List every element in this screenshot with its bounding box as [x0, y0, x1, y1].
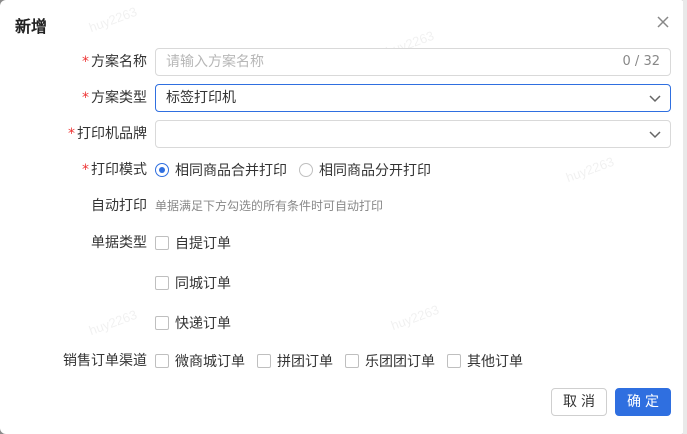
sales-channel-label: 销售订单渠道 — [63, 353, 147, 369]
scheme-name-placeholder: 请输入方案名称 — [166, 54, 264, 70]
chevron-down-icon — [649, 95, 661, 103]
printer-brand-label: * 打印机品牌 — [68, 126, 147, 142]
auto-print-label: 自动打印 — [91, 198, 147, 214]
doc-type-group: 同城订单 — [155, 269, 243, 297]
checkbox-other-order[interactable]: 其他订单 — [447, 351, 523, 371]
cancel-button[interactable]: 取消 — [551, 388, 607, 416]
doc-type-label: 单据类型 — [91, 235, 147, 251]
scheme-type-row: * 方案类型 标签打印机 — [0, 84, 687, 112]
checkbox-icon — [447, 354, 461, 368]
sales-channel-row: 销售订单渠道 微商城订单 拼团订单 乐团团订单 其他订单 — [0, 347, 687, 375]
checkbox-icon — [345, 354, 359, 368]
doc-type-row-2: 同城订单 — [0, 269, 687, 297]
checkbox-pickup-order[interactable]: 自提订单 — [155, 233, 231, 253]
checkbox-icon — [155, 354, 169, 368]
scheme-name-input[interactable]: 请输入方案名称 0 / 32 — [155, 48, 671, 76]
radio-unchecked-icon — [299, 163, 313, 177]
sales-channel-group: 微商城订单 拼团订单 乐团团订单 其他订单 — [155, 347, 535, 375]
checkbox-local-order[interactable]: 同城订单 — [155, 273, 231, 293]
print-mode-row: * 打印模式 相同商品合并打印 相同商品分开打印 — [0, 156, 687, 184]
ok-button[interactable]: 确定 — [615, 388, 671, 416]
doc-type-row: 单据类型 自提订单 — [0, 229, 687, 257]
doc-type-row-3: 快递订单 — [0, 309, 687, 337]
doc-type-group: 快递订单 — [155, 309, 243, 337]
checkbox-icon — [257, 354, 271, 368]
watermark: huy2263 — [86, 3, 139, 36]
print-mode-label: * 打印模式 — [82, 162, 147, 178]
checkbox-express-order[interactable]: 快递订单 — [155, 313, 231, 333]
checkbox-letuan-order[interactable]: 乐团团订单 — [345, 351, 435, 371]
scheme-type-select[interactable]: 标签打印机 — [155, 84, 671, 112]
auto-print-row: 自动打印 单据满足下方勾选的所有条件时可自动打印 — [0, 192, 687, 220]
auto-print-hint: 单据满足下方勾选的所有条件时可自动打印 — [155, 199, 384, 213]
chevron-down-icon — [649, 131, 661, 139]
scheme-name-row: * 方案名称 请输入方案名称 0 / 32 — [0, 48, 687, 76]
scheme-type-value: 标签打印机 — [166, 90, 236, 106]
printer-brand-select[interactable] — [155, 120, 671, 148]
checkbox-group-buy-order[interactable]: 拼团订单 — [257, 351, 333, 371]
dialog: huy2263 huy2263 huy2263 huy2263 huy2263 … — [0, 0, 687, 434]
checkbox-microstore-order[interactable]: 微商城订单 — [155, 351, 245, 371]
doc-type-group: 自提订单 — [155, 229, 243, 257]
close-icon[interactable] — [653, 12, 673, 32]
radio-merge-print[interactable]: 相同商品合并打印 — [155, 160, 287, 180]
char-counter: 0 / 32 — [622, 54, 660, 69]
checkbox-icon — [155, 236, 169, 250]
printer-brand-row: * 打印机品牌 — [0, 120, 687, 148]
print-mode-radio-group: 相同商品合并打印 相同商品分开打印 — [155, 156, 443, 184]
checkbox-icon — [155, 276, 169, 290]
dialog-title: 新增 — [15, 17, 48, 36]
scheme-type-label: * 方案类型 — [82, 90, 147, 106]
radio-separate-print[interactable]: 相同商品分开打印 — [299, 160, 431, 180]
radio-checked-icon — [155, 163, 169, 177]
scheme-name-label: * 方案名称 — [82, 54, 147, 70]
checkbox-icon — [155, 316, 169, 330]
